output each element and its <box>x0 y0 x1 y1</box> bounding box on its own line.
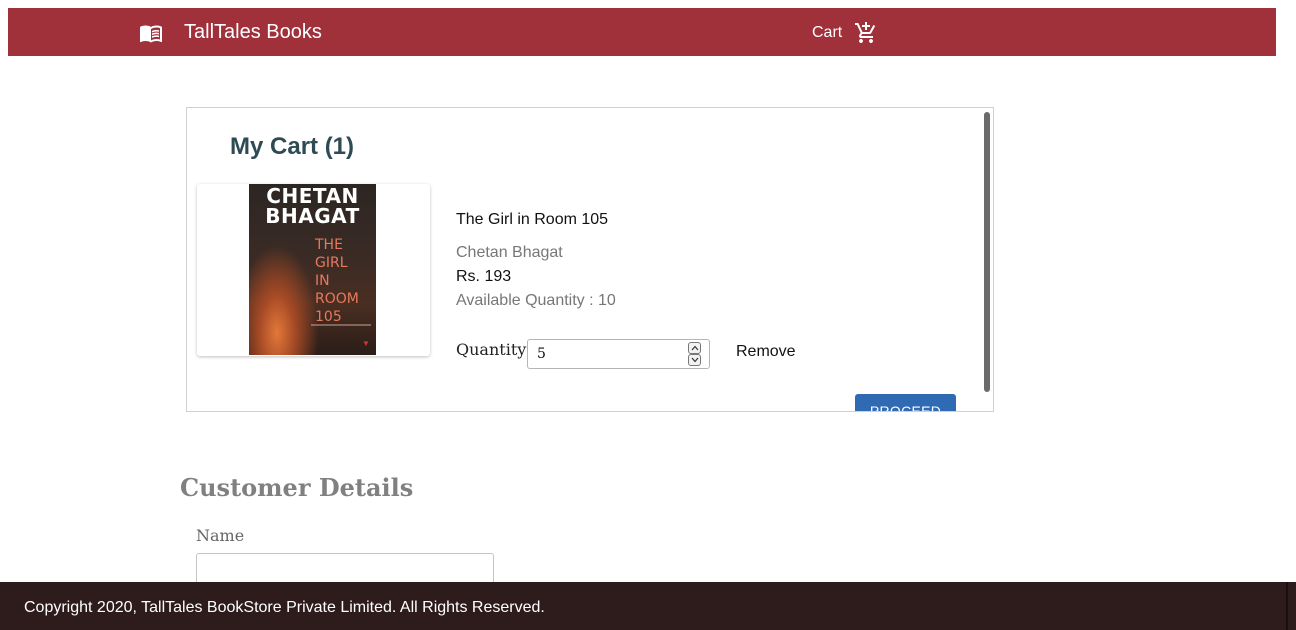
cover-author-text: CHETAN BHAGAT <box>265 184 360 228</box>
proceed-button[interactable]: PROCEED <box>855 394 956 411</box>
book-cover-card: CHETAN BHAGAT THE GIRL IN ROOM 105 ▼ <box>197 184 430 356</box>
publisher-logo-icon: ▼ <box>362 339 370 348</box>
increment-button[interactable] <box>688 342 701 354</box>
footer: Copyright 2020, TallTales BookStore Priv… <box>0 582 1296 630</box>
cart-title: My Cart (1) <box>230 133 355 160</box>
brand-title[interactable]: TallTales Books <box>184 21 322 43</box>
quantity-stepper[interactable]: 5 <box>527 339 710 369</box>
scrollbar-thumb[interactable] <box>984 112 990 392</box>
remove-button[interactable]: Remove <box>736 343 796 361</box>
chevron-down-icon <box>691 357 698 363</box>
book-title: The Girl in Room 105 <box>456 211 609 228</box>
cart-panel: My Cart (1) CHETAN BHAGAT THE GIRL IN RO… <box>186 107 994 412</box>
quantity-label: Quantity: <box>456 340 532 359</box>
available-quantity: Available Quantity : 10 <box>456 292 616 309</box>
book-price: Rs. 193 <box>456 268 512 285</box>
decrement-button[interactable] <box>688 354 701 366</box>
book-cover-image: CHETAN BHAGAT THE GIRL IN ROOM 105 ▼ <box>249 184 376 355</box>
app-bar: TallTales Books Cart <box>8 8 1276 56</box>
book-author: Chetan Bhagat <box>456 244 563 261</box>
open-book-icon <box>139 21 163 45</box>
cart-link[interactable]: Cart <box>812 20 878 46</box>
add-shopping-cart-icon[interactable] <box>854 21 878 45</box>
name-label: Name <box>196 526 245 545</box>
cover-title-text: THE GIRL IN ROOM 105 <box>315 237 359 325</box>
quantity-value[interactable]: 5 <box>537 346 546 362</box>
footer-copyright: Copyright 2020, TallTales BookStore Priv… <box>24 599 545 616</box>
cart-label[interactable]: Cart <box>812 24 842 42</box>
chevron-up-icon <box>691 345 698 351</box>
customer-details-heading: Customer Details <box>180 473 414 502</box>
